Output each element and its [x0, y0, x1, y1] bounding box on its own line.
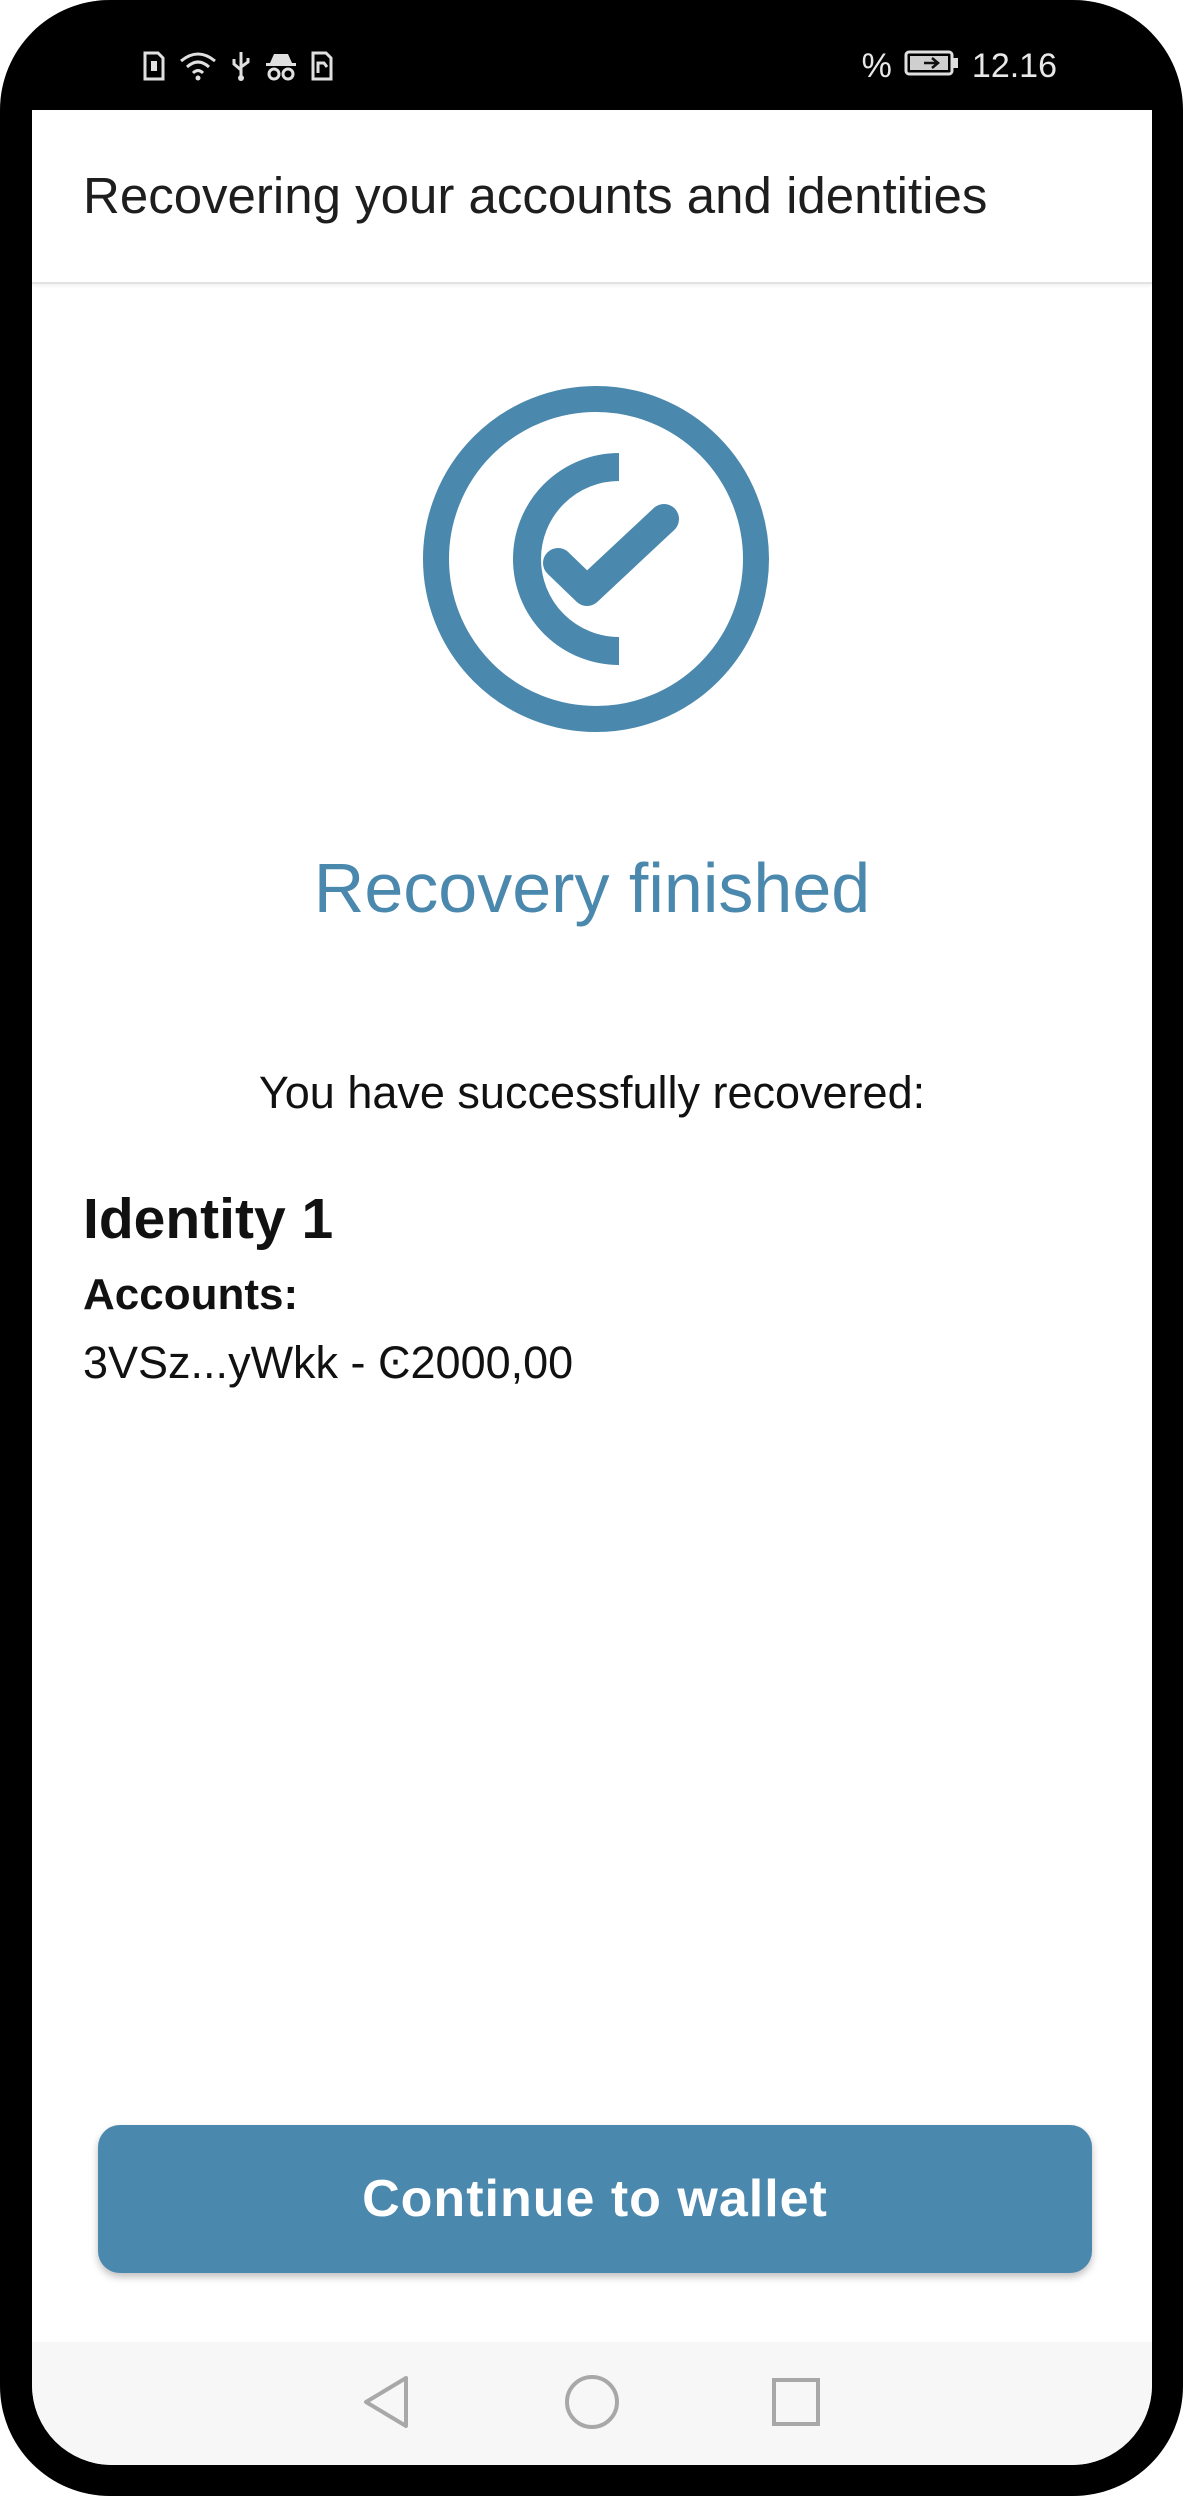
status-bar: % 12.16 — [32, 0, 1152, 110]
account-item: 3VSz...yWkk - Ͼ2000,00 — [83, 1337, 574, 1388]
back-icon[interactable] — [346, 2362, 426, 2442]
home-icon[interactable] — [552, 2362, 632, 2442]
status-icons-right: % 12.16 — [862, 46, 1057, 86]
app-bar: Recovering your accounts and identities — [32, 110, 1152, 284]
battery-charging-icon — [904, 47, 960, 86]
concordium-check-icon — [421, 384, 771, 734]
recents-icon[interactable] — [756, 2362, 836, 2442]
recovered-subtitle: You have successfully recovered: — [258, 1067, 926, 1118]
status-icons-left — [142, 46, 334, 86]
recovery-heading: Recovery finished — [313, 849, 871, 927]
page-title: Recovering your accounts and identities — [83, 167, 988, 224]
device-frame: % 12.16 Recovering your accounts and ide… — [0, 0, 1183, 2496]
screen: % 12.16 Recovering your accounts and ide… — [32, 0, 1152, 2465]
continue-to-wallet-button[interactable]: Continue to wallet — [98, 2125, 1092, 2273]
sim-card-icon — [142, 51, 166, 81]
identity-name: Identity 1 — [83, 1187, 334, 1251]
wifi-icon — [178, 51, 218, 81]
usb-icon — [230, 50, 252, 82]
accounts-label: Accounts: — [83, 1270, 299, 1319]
battery-percent: % — [861, 46, 892, 85]
sd-card-icon — [310, 51, 334, 81]
status-time: 12.16 — [971, 46, 1057, 85]
incognito-icon — [264, 51, 298, 81]
system-nav-bar — [32, 2342, 1152, 2465]
